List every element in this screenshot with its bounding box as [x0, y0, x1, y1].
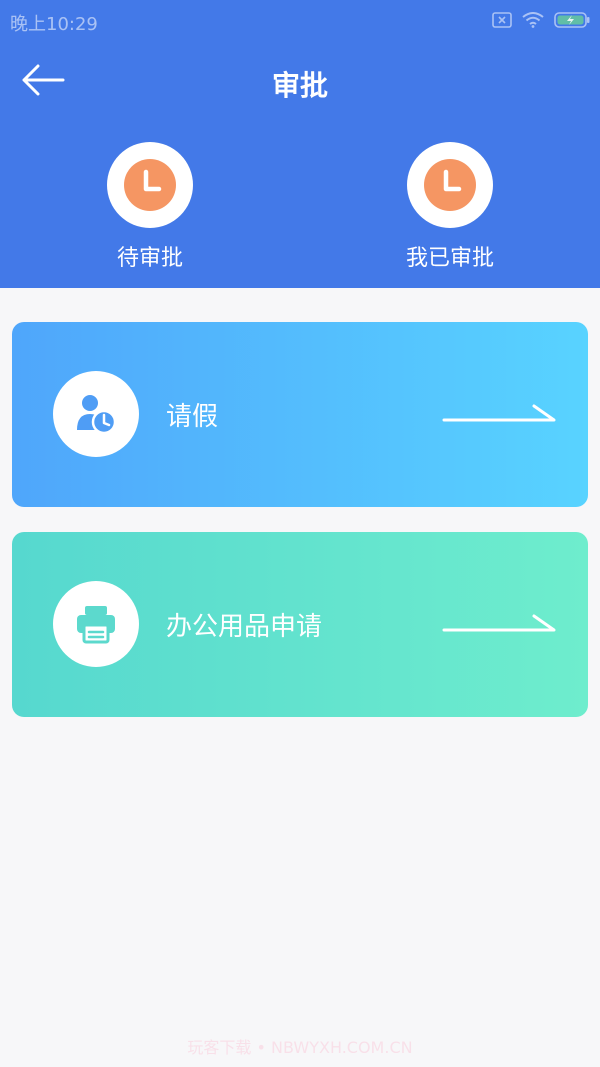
tab-label: 我已审批 [405, 246, 494, 271]
tab-icon-circle [407, 142, 493, 228]
status-icons [492, 8, 590, 32]
card-label: 请假 [166, 402, 219, 432]
sim-off-icon [492, 12, 512, 28]
tab-label: 待审批 [116, 246, 183, 271]
long-arrow-right-icon [442, 404, 556, 422]
wifi-icon [522, 12, 544, 28]
leave-request-card[interactable]: 请假 [12, 322, 588, 507]
card-icon-circle [53, 371, 139, 457]
status-time: 晚上10:29 [10, 14, 98, 35]
card-icon-circle [53, 581, 139, 667]
battery-charging-icon [554, 12, 590, 28]
user-clock-icon [77, 395, 117, 435]
page-title: 审批 [271, 69, 328, 102]
tab-approved-by-me[interactable]: 我已审批 [380, 142, 520, 274]
card-label: 办公用品申请 [166, 612, 323, 642]
office-supplies-request-card[interactable]: 办公用品申请 [12, 532, 588, 717]
clock-icon [424, 159, 476, 211]
watermark: 玩客下载 • NBWYXH.COM.CN [187, 1038, 413, 1057]
clock-icon [124, 159, 176, 211]
header: 晚上10:29 审批 待审批 我已审批 [0, 0, 600, 288]
status-bar: 晚上10:29 [0, 0, 600, 40]
tab-icon-circle [107, 142, 193, 228]
printer-icon [77, 606, 115, 644]
long-arrow-right-icon [442, 614, 556, 632]
tab-pending-approval[interactable]: 待审批 [80, 142, 220, 274]
